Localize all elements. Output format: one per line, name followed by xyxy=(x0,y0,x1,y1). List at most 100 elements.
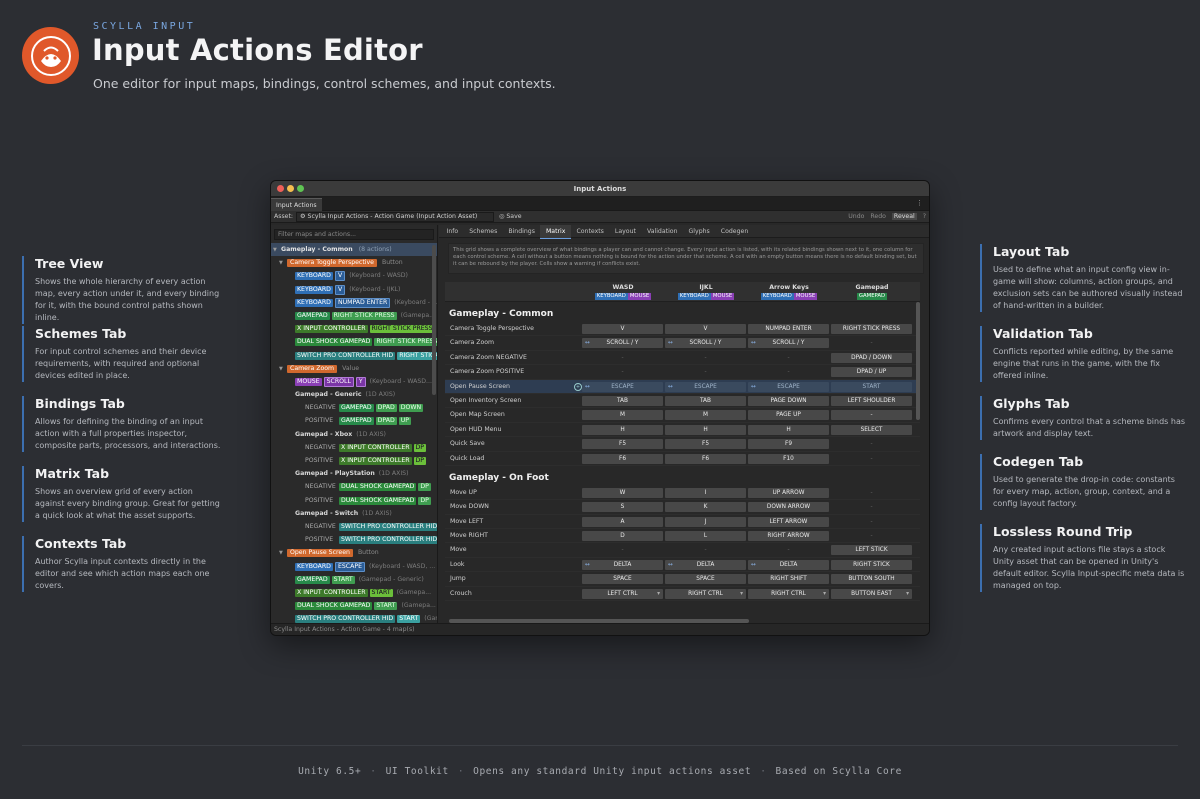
tree-map-row[interactable]: ▼ Gameplay - Common (8 actions) xyxy=(271,243,437,257)
binding-cell[interactable]: ↔ DELTA xyxy=(665,559,746,570)
tree-row[interactable]: SWITCH PRO CONTROLLER HID RIGHT STICK xyxy=(271,349,437,362)
binding-cell[interactable]: L xyxy=(665,531,746,542)
binding-cell[interactable]: ↔ ESCAPE xyxy=(748,381,829,392)
binding-cell[interactable]: UP ARROW xyxy=(748,487,829,498)
binding-cell[interactable]: RIGHT STICK xyxy=(831,559,912,570)
tree-row[interactable]: POSITIVE GAMEPAD DPAD UP xyxy=(271,414,437,427)
tree-row[interactable]: POSITIVE DUAL SHOCK GAMEPAD DP xyxy=(271,494,437,507)
binding-cell[interactable]: SPACE xyxy=(665,574,746,585)
zoom-window-button[interactable] xyxy=(297,185,304,192)
tab-matrix[interactable]: Matrix xyxy=(540,225,571,239)
binding-cell[interactable]: PAGE DOWN xyxy=(748,395,829,406)
binding-cell[interactable]: SPACE xyxy=(582,574,663,585)
tree-row[interactable]: KEYBOARD V (Keyboard - WASD) xyxy=(271,269,437,282)
undo-button[interactable]: Undo xyxy=(848,213,864,220)
binding-cell[interactable]: M xyxy=(582,410,663,421)
tree-row[interactable]: KEYBOARD NUMPAD ENTER (Keyboard - ... xyxy=(271,296,437,309)
tree-row[interactable]: ▼ Camera Zoom Value xyxy=(271,362,437,375)
binding-cell[interactable]: TAB xyxy=(582,395,663,406)
binding-cell[interactable]: LEFT CTRL ▾ xyxy=(582,588,663,599)
binding-cell[interactable]: K xyxy=(665,502,746,513)
binding-cell[interactable]: SELECT xyxy=(831,424,912,435)
tab-validation[interactable]: Validation xyxy=(641,225,683,238)
tree-row[interactable]: X INPUT CONTROLLER RIGHT STICK PRESS xyxy=(271,322,437,335)
binding-cell[interactable]: - xyxy=(831,410,912,421)
binding-cell[interactable]: F10 xyxy=(748,453,829,464)
tree-row[interactable]: Gamepad - PlayStation (1D AXIS) xyxy=(271,467,437,480)
binding-cell[interactable]: S xyxy=(582,502,663,513)
binding-cell[interactable]: ↔ ESCAPE xyxy=(582,381,663,392)
tree-row[interactable]: DUAL SHOCK GAMEPAD START (Gamepa... xyxy=(271,599,437,612)
add-binding-icon[interactable]: + xyxy=(574,382,582,391)
binding-cell[interactable]: ↔ SCROLL / Y xyxy=(748,338,829,349)
tree-row[interactable]: Gamepad - Generic (1D AXIS) xyxy=(271,388,437,401)
tree-row[interactable]: NEGATIVE X INPUT CONTROLLER DP xyxy=(271,441,437,454)
tab-info[interactable]: Info xyxy=(441,225,464,238)
close-window-button[interactable] xyxy=(277,185,284,192)
binding-cell[interactable]: H xyxy=(748,424,829,435)
binding-cell[interactable]: V xyxy=(665,324,746,334)
binding-cell[interactable]: H xyxy=(665,424,746,435)
binding-cell[interactable]: TAB xyxy=(665,395,746,406)
binding-cell[interactable]: F6 xyxy=(582,453,663,464)
binding-cell[interactable]: ↔ SCROLL / Y xyxy=(665,338,746,349)
binding-cell[interactable]: J xyxy=(665,516,746,527)
matrix-vertical-scrollbar[interactable] xyxy=(916,302,920,420)
binding-cell[interactable]: F6 xyxy=(665,453,746,464)
minimize-window-button[interactable] xyxy=(287,185,294,192)
tab-input-actions[interactable]: Input Actions xyxy=(271,198,322,211)
tab-layout[interactable]: Layout xyxy=(609,225,641,238)
redo-button[interactable]: Redo xyxy=(870,213,886,220)
binding-cell[interactable]: A xyxy=(582,516,663,527)
tree-row[interactable]: POSITIVE SWITCH PRO CONTROLLER HID xyxy=(271,533,437,546)
binding-cell[interactable]: H xyxy=(582,424,663,435)
tree-row[interactable]: NEGATIVE DUAL SHOCK GAMEPAD DP xyxy=(271,480,437,493)
tree-row[interactable]: ▼ Camera Toggle Perspective Button xyxy=(271,256,437,269)
asset-field[interactable]: ⚙ Scylla Input Actions - Action Game (In… xyxy=(296,212,494,222)
filter-input[interactable]: Filter maps and actions... xyxy=(274,229,434,240)
binding-cell[interactable]: ↔ DELTA xyxy=(748,559,829,570)
binding-cell[interactable]: ↔ SCROLL / Y xyxy=(582,338,663,349)
reveal-button[interactable]: Reveal xyxy=(891,213,917,220)
binding-cell[interactable]: F5 xyxy=(582,439,663,450)
binding-cell[interactable]: NUMPAD ENTER xyxy=(748,324,829,334)
tree-row[interactable]: GAMEPAD START (Gamepad - Generic) xyxy=(271,573,437,586)
tree-row[interactable]: X INPUT CONTROLLER START (Gamepa... xyxy=(271,586,437,599)
tree-row[interactable]: ▼ Open Pause Screen Button xyxy=(271,546,437,559)
tree-row[interactable]: MOUSE SCROLL Y (Keyboard - WASD... xyxy=(271,375,437,388)
binding-cell[interactable]: D xyxy=(582,531,663,542)
binding-cell[interactable]: ↔ DELTA xyxy=(582,559,663,570)
kebab-menu-icon[interactable]: ⋮ xyxy=(916,199,923,207)
binding-cell[interactable]: DPAD / DOWN xyxy=(831,352,912,363)
binding-cell[interactable]: RIGHT STICK PRESS xyxy=(831,324,912,334)
binding-cell[interactable]: I xyxy=(665,487,746,498)
tab-glyphs[interactable]: Glyphs xyxy=(683,225,715,238)
tree-scrollbar[interactable] xyxy=(432,245,436,395)
binding-cell[interactable]: M xyxy=(665,410,746,421)
binding-cell[interactable]: LEFT SHOULDER xyxy=(831,395,912,406)
help-button[interactable]: ? xyxy=(923,213,926,220)
tree-row[interactable]: GAMEPAD RIGHT STICK PRESS (Gamepa... xyxy=(271,309,437,322)
save-button[interactable]: ◎ Save xyxy=(499,211,522,223)
binding-cell[interactable]: RIGHT ARROW xyxy=(748,531,829,542)
binding-cell[interactable]: BUTTON EAST ▾ xyxy=(831,588,912,599)
tree-row[interactable]: Gamepad - Xbox (1D AXIS) xyxy=(271,428,437,441)
binding-cell[interactable]: RIGHT CTRL ▾ xyxy=(665,588,746,599)
tree-row[interactable]: Gamepad - Switch (1D AXIS) xyxy=(271,507,437,520)
tree-row[interactable]: KEYBOARD V (Keyboard - IJKL) xyxy=(271,283,437,296)
binding-cell[interactable]: F9 xyxy=(748,439,829,450)
binding-cell[interactable]: START xyxy=(831,381,912,392)
binding-cell[interactable]: ↔ ESCAPE xyxy=(665,381,746,392)
binding-cell[interactable]: LEFT STICK xyxy=(831,545,912,556)
tab-codegen[interactable]: Codegen xyxy=(715,225,754,238)
tab-bindings[interactable]: Bindings xyxy=(503,225,541,238)
tab-contexts[interactable]: Contexts xyxy=(571,225,609,238)
tab-schemes[interactable]: Schemes xyxy=(464,225,503,238)
tree-row[interactable]: DUAL SHOCK GAMEPAD RIGHT STICK PRESS xyxy=(271,335,437,348)
binding-cell[interactable]: RIGHT SHIFT xyxy=(748,574,829,585)
tree-row[interactable]: POSITIVE X INPUT CONTROLLER DP xyxy=(271,454,437,467)
tree-row[interactable]: NEGATIVE SWITCH PRO CONTROLLER HID xyxy=(271,520,437,533)
tree-row[interactable]: KEYBOARD ESCAPE (Keyboard - WASD, ... xyxy=(271,560,437,573)
binding-cell[interactable]: DOWN ARROW xyxy=(748,502,829,513)
binding-cell[interactable]: W xyxy=(582,487,663,498)
